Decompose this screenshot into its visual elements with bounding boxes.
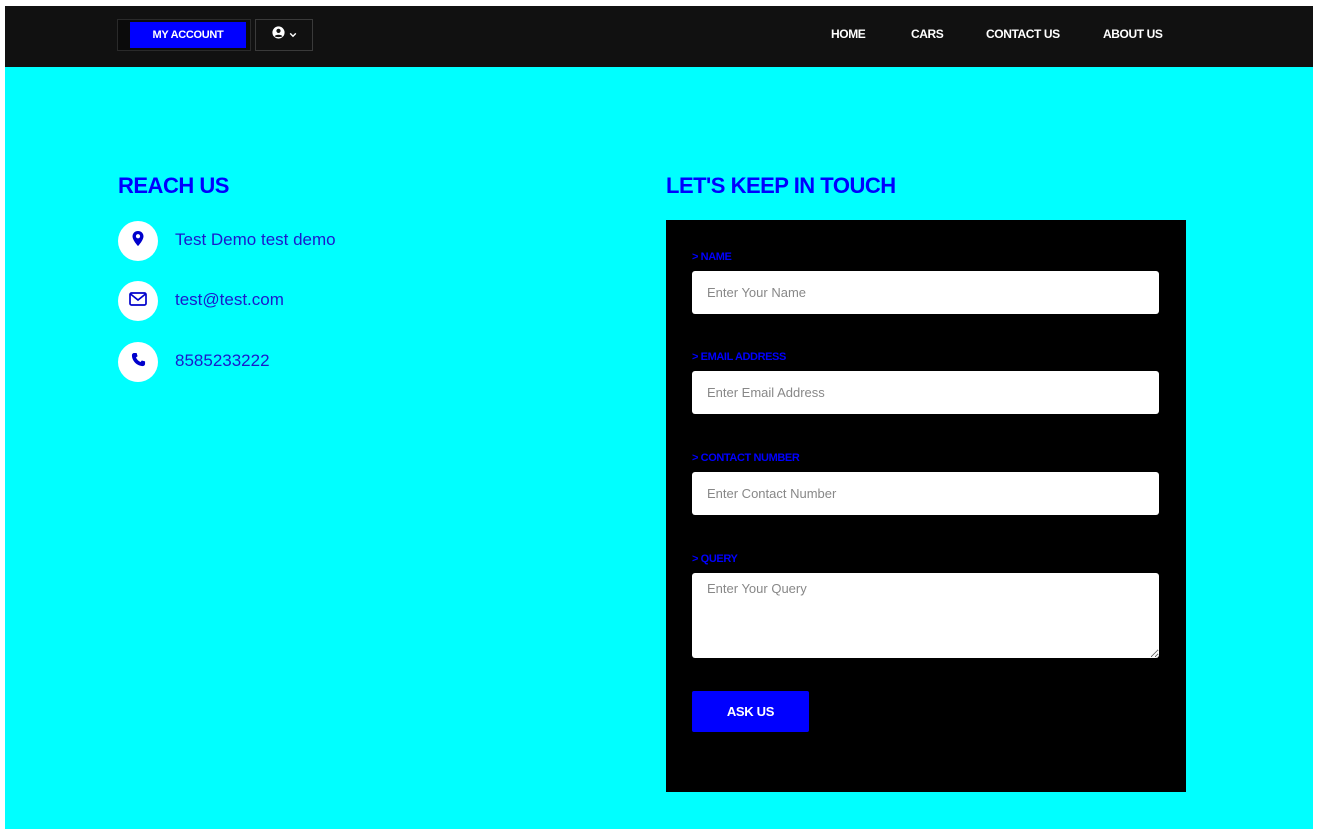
nav-cars[interactable]: CARS [911, 27, 944, 45]
address-text: Test Demo test demo [175, 230, 336, 249]
contact-number-input[interactable] [692, 472, 1159, 515]
my-account-button[interactable]: MY ACCOUNT [130, 22, 246, 48]
user-circle-icon [271, 26, 285, 44]
phone-icon-circle [118, 342, 158, 382]
email-text[interactable]: test@test.com [175, 290, 284, 310]
user-menu-dropdown[interactable] [255, 19, 313, 51]
contact-form: > NAME > EMAIL ADDRESS > CONTACT NUMBER … [666, 220, 1186, 792]
envelope-icon [129, 291, 147, 311]
name-input[interactable] [692, 271, 1159, 314]
reach-us-heading: REACH US [118, 173, 229, 198]
email-icon-circle [118, 281, 158, 321]
contact-number-label: > CONTACT NUMBER [692, 452, 800, 464]
email-input[interactable] [692, 371, 1159, 414]
nav-home[interactable]: HOME [831, 27, 866, 45]
top-navbar: MY ACCOUNT HOME CARS CONTACT US ABOUT US [5, 6, 1313, 67]
phone-text[interactable]: 8585233222 [175, 351, 270, 371]
nav-contact-us[interactable]: CONTACT US [986, 27, 1060, 45]
account-button-wrapper: MY ACCOUNT [117, 19, 251, 51]
name-label: > NAME [692, 251, 732, 263]
nav-about-us[interactable]: ABOUT US [1103, 27, 1163, 45]
page: MY ACCOUNT HOME CARS CONTACT US ABOUT US… [5, 6, 1313, 829]
query-label: > QUERY [692, 553, 738, 565]
query-textarea[interactable] [692, 573, 1159, 658]
ask-us-button[interactable]: ASK US [692, 691, 809, 732]
phone-icon [131, 352, 146, 372]
keep-in-touch-heading: LET'S KEEP IN TOUCH [666, 173, 896, 198]
map-marker-icon [131, 230, 145, 252]
email-label: > EMAIL ADDRESS [692, 351, 786, 363]
chevron-down-icon [289, 26, 297, 44]
address-icon-circle [118, 221, 158, 261]
